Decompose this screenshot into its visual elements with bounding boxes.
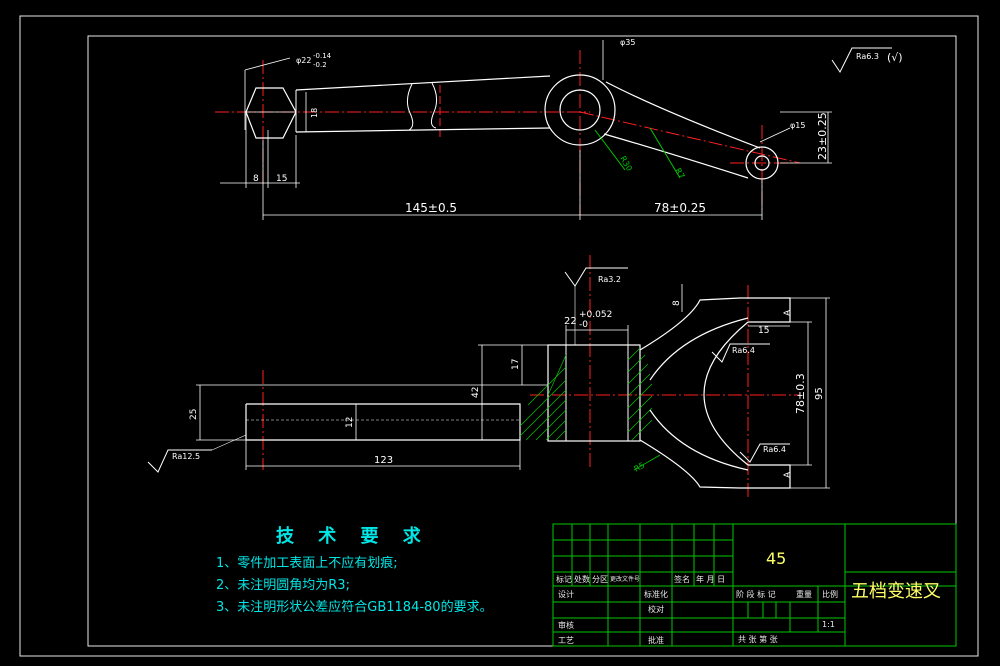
bottom-view: Ra3.2 22 +0.052 -0 8 15 17 42 12 25 123 …	[147, 255, 830, 500]
dia-35: φ35	[620, 38, 635, 47]
scale-value: 1:1	[822, 620, 835, 629]
dia-22: φ22	[296, 56, 311, 65]
roughness-default: Ra6.3	[856, 52, 879, 61]
section-mark-lower: A	[783, 471, 793, 478]
header-label: 签名	[674, 575, 690, 584]
row-label-check: 校对	[648, 605, 664, 614]
roughness-fork-upper: Ra6.4	[732, 346, 755, 355]
dim-15-fork: 15	[758, 326, 769, 336]
dim-18: 18	[310, 108, 319, 118]
dim-8: 8	[253, 174, 259, 184]
bore-tol-lower: -0	[579, 320, 588, 330]
rod-edge	[295, 127, 551, 133]
roughness-top: Ra3.2	[598, 275, 621, 284]
hatch-left	[519, 354, 567, 441]
hex-end	[245, 87, 297, 139]
dim-95: 95	[814, 387, 825, 400]
dim-8-fork: 8	[672, 300, 682, 306]
requirement-item: 2、未注明圆角均为R3;	[216, 578, 350, 593]
outer-frame	[19, 15, 979, 657]
break-line	[430, 82, 438, 129]
dim-line	[759, 127, 791, 143]
radius-5: R5	[633, 461, 647, 474]
section-mark-upper: A	[783, 309, 793, 316]
sheet-count: 共 张 第 张	[738, 635, 778, 644]
dim-12: 12	[345, 417, 355, 428]
weight-label: 重量	[796, 590, 812, 599]
row-label-design: 设计	[558, 590, 574, 599]
fork-upper-outer	[639, 297, 791, 351]
row-label-review: 审核	[558, 621, 574, 630]
dia-22-tol-upper: -0.14	[313, 52, 332, 60]
dim-15: 15	[276, 174, 287, 184]
material-label: 45	[766, 549, 787, 568]
fork-inner-arc	[703, 321, 749, 466]
dia-22-tol-lower: -0.2	[313, 61, 327, 69]
bore-size: 22	[564, 316, 577, 327]
dim-25: 25	[189, 409, 199, 420]
requirement-item: 1、零件加工表面上不应有划痕;	[216, 556, 398, 571]
header-label: 更改文件号	[610, 576, 641, 583]
dim-23: 23±0.25	[816, 112, 829, 160]
row-label-approve: 批准	[648, 636, 664, 645]
row-label-process: 工艺	[558, 636, 574, 645]
roughness-fork-lower: Ra6.4	[763, 445, 786, 454]
header-label: 标记	[556, 575, 572, 584]
rod-profile	[245, 403, 521, 441]
roughness-left: Ra12.5	[172, 452, 200, 461]
arm-edge	[605, 81, 761, 149]
dim-78-fork: 78±0.3	[794, 373, 807, 414]
engineering-drawing: 145±0.5 78±0.25 8 15 18 φ22 -0.14 -0.2 φ…	[19, 15, 979, 657]
dim-145: 145±0.5	[405, 201, 457, 215]
dia-15: φ15	[790, 121, 805, 130]
rod-edge	[295, 75, 551, 91]
dim-line	[244, 57, 291, 71]
roughness-leader	[211, 434, 247, 451]
scale-label: 比例	[822, 590, 838, 599]
header-label: 年 月 日	[696, 575, 726, 584]
part-name: 五档变速叉	[851, 581, 941, 602]
radius-7: R7	[673, 167, 686, 181]
hub-body	[547, 344, 641, 442]
dim-17: 17	[511, 359, 521, 370]
roughness-default-suffix: (√)	[887, 51, 903, 64]
stage-label: 阶 段 标 记	[736, 590, 776, 599]
fork-lower-inner	[649, 409, 749, 471]
break-line	[406, 83, 414, 131]
dim-123: 123	[374, 455, 393, 466]
top-view: 145±0.5 78±0.25 8 15 18 φ22 -0.14 -0.2 φ…	[215, 38, 903, 220]
header-label: 分区	[592, 575, 608, 584]
requirements-title: 技 术 要 求	[276, 526, 430, 547]
header-label: 处数	[574, 575, 590, 584]
requirement-item: 3、未注明形状公差应符合GB1184-80的要求。	[216, 600, 493, 615]
dim-78: 78±0.25	[654, 201, 706, 215]
dim-42: 42	[471, 387, 481, 398]
bore-tol-upper: +0.052	[579, 310, 612, 320]
row-label-standard: 标准化	[644, 590, 668, 599]
